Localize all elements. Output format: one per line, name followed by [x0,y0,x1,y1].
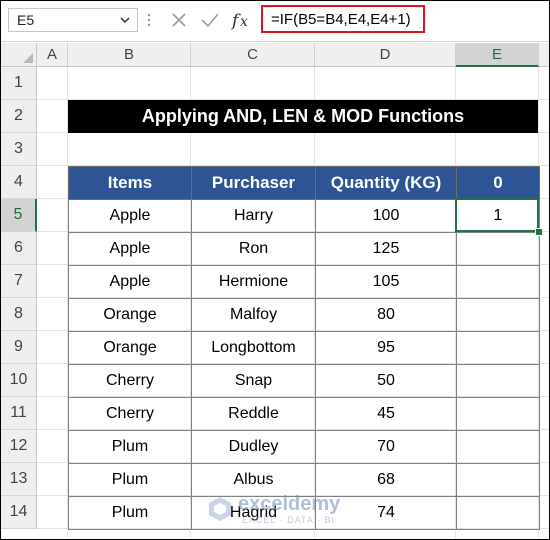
fx-icon[interactable]: f x [231,10,253,30]
cell-purchaser[interactable]: Ron [191,232,316,266]
formula-input[interactable]: =IF(B5=B4,E4,E4+1) [261,5,425,33]
spreadsheet-window: E5 f x =IF(B5=B4,E4,E4+1) A B C D E 1 2 … [0,0,550,540]
cell-quantity[interactable]: 95 [315,331,457,365]
name-box[interactable]: E5 [8,8,138,32]
column-header-d[interactable]: D [315,43,456,67]
row-header-5[interactable]: 5 [1,199,37,232]
watermark-sub: EXCEL · DATA · BI [242,515,335,525]
cell-item[interactable]: Orange [68,331,192,365]
cell-purchaser[interactable]: Harry [191,199,316,233]
header-items[interactable]: Items [68,166,192,200]
table-row: Orange Malfoy 80 [68,298,540,332]
table-row: Cherry Snap 50 [68,364,540,398]
fill-handle[interactable] [535,228,543,236]
row-header-7[interactable]: 7 [1,265,37,298]
row-header-3[interactable]: 3 [1,133,37,166]
cell-quantity[interactable]: 125 [315,232,457,266]
row-header-4[interactable]: 4 [1,166,37,199]
formula-buttons: f x [161,8,255,32]
cell-quantity[interactable]: 45 [315,397,457,431]
table-row: Orange Longbottom 95 [68,331,540,365]
drag-handle-icon[interactable] [147,12,151,28]
row-header-12[interactable]: 12 [1,430,37,463]
watermark: exceldemy EXCEL · DATA · BI [206,493,356,527]
cell-item[interactable]: Plum [68,430,192,464]
cell-purchaser[interactable]: Hermione [191,265,316,299]
column-header-b[interactable]: B [68,43,191,67]
cell-result[interactable] [456,331,540,365]
table-header-row: Items Purchaser Quantity (KG) 0 [68,166,540,200]
svg-text:x: x [240,14,248,30]
cell-item[interactable]: Cherry [68,364,192,398]
cell-purchaser[interactable]: Longbottom [191,331,316,365]
watermark-name: exceldemy [238,493,341,515]
cell-result[interactable] [456,463,540,497]
row-header-2[interactable]: 2 [1,100,37,133]
cell-result[interactable] [456,496,540,530]
cell-result[interactable] [456,430,540,464]
row-header-11[interactable]: 11 [1,397,37,430]
row-header-9[interactable]: 9 [1,331,37,364]
cell-quantity[interactable]: 80 [315,298,457,332]
row-header-1[interactable]: 1 [1,67,37,100]
cell-purchaser[interactable]: Reddle [191,397,316,431]
row-header-8[interactable]: 8 [1,298,37,331]
cell-result[interactable] [456,397,540,431]
header-counter[interactable]: 0 [456,166,540,200]
table-row: Plum Dudley 70 [68,430,540,464]
cell-quantity[interactable]: 100 [315,199,457,233]
row-header-14[interactable]: 14 [1,496,37,529]
cell-result[interactable] [456,364,540,398]
cell-quantity[interactable]: 50 [315,364,457,398]
row-header-10[interactable]: 10 [1,364,37,397]
cell-item[interactable]: Cherry [68,397,192,431]
cell-result[interactable] [456,265,540,299]
cell-purchaser[interactable]: Malfoy [191,298,316,332]
table-row: Plum Albus 68 [68,463,540,497]
column-header-c[interactable]: C [191,43,315,67]
row-header-6[interactable]: 6 [1,232,37,265]
cell-item[interactable]: Plum [68,496,192,530]
cell-quantity[interactable]: 105 [315,265,457,299]
header-quantity[interactable]: Quantity (KG) [315,166,457,200]
table-row: Apple Hermione 105 [68,265,540,299]
sheet-title[interactable]: Applying AND, LEN & MOD Functions [68,100,538,133]
chevron-down-icon[interactable] [119,12,131,28]
header-purchaser[interactable]: Purchaser [191,166,316,200]
cell-item[interactable]: Plum [68,463,192,497]
cell-item[interactable]: Apple [68,199,192,233]
cell-result[interactable] [456,232,540,266]
column-header-e[interactable]: E [456,43,539,67]
name-box-value: E5 [17,12,35,28]
formula-bar: E5 f x =IF(B5=B4,E4,E4+1) [1,1,549,41]
select-all-corner[interactable] [1,43,37,67]
divider [1,41,549,42]
table-row: Cherry Reddle 45 [68,397,540,431]
cell-item[interactable]: Apple [68,232,192,266]
cell-item[interactable]: Orange [68,298,192,332]
cancel-x-icon[interactable] [169,10,189,30]
cell-quantity[interactable]: 68 [315,463,457,497]
cell-quantity[interactable]: 70 [315,430,457,464]
column-header-a[interactable]: A [37,43,68,67]
check-icon[interactable] [199,10,221,30]
cell-result[interactable] [456,298,540,332]
exceldemy-logo-icon [209,497,231,521]
cell-item[interactable]: Apple [68,265,192,299]
cell-purchaser[interactable]: Snap [191,364,316,398]
row-header-13[interactable]: 13 [1,463,37,496]
formula-text: =IF(B5=B4,E4,E4+1) [271,11,411,28]
cell-purchaser[interactable]: Albus [191,463,316,497]
cell-purchaser[interactable]: Dudley [191,430,316,464]
column-header-f[interactable] [539,43,549,67]
active-cell-border [455,198,539,232]
table-row: Apple Ron 125 [68,232,540,266]
